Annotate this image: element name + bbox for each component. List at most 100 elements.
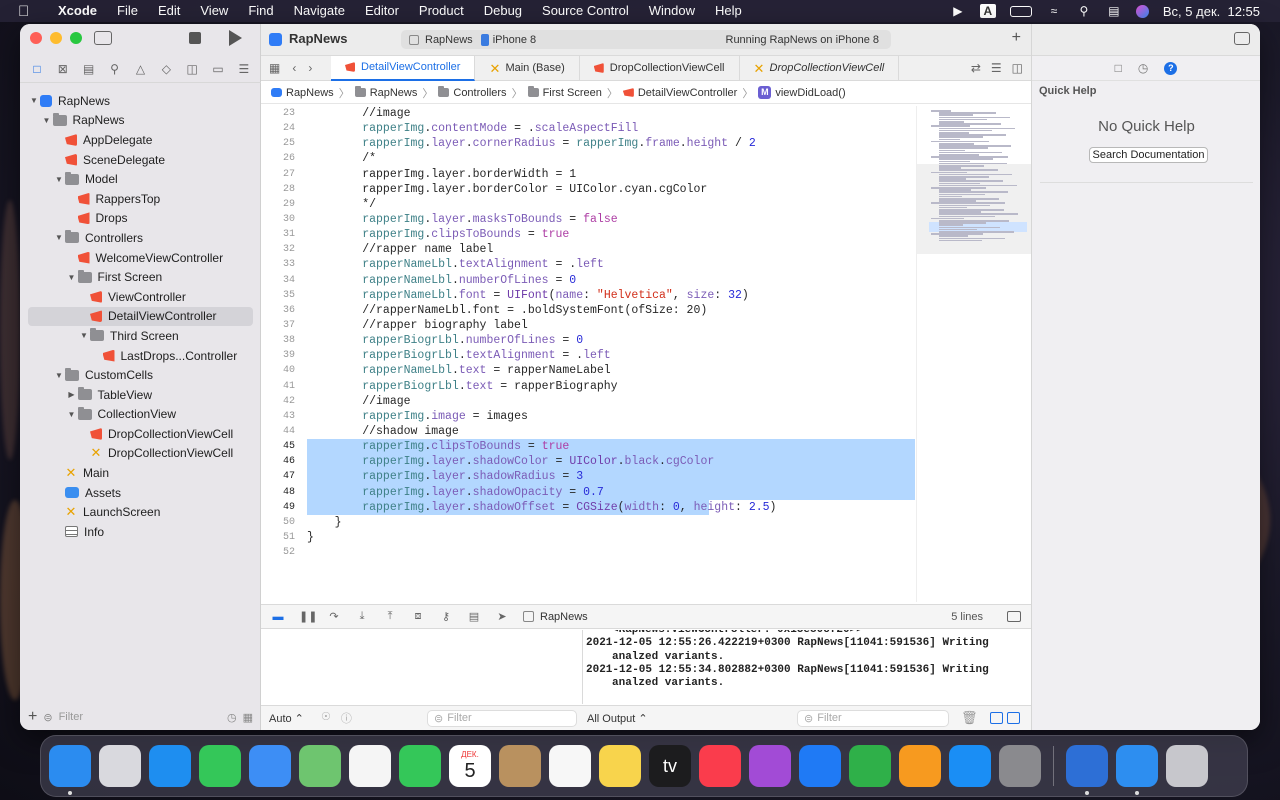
step-into-icon[interactable]: ⤓ xyxy=(355,610,369,623)
project-navigator-icon[interactable]: □ xyxy=(28,62,46,76)
code-line[interactable]: 32 //rapper name label xyxy=(261,242,915,257)
siri-icon[interactable] xyxy=(1135,4,1149,18)
tree-item[interactable]: ✕ LaunchScreen xyxy=(28,502,253,522)
chevron-down-icon[interactable]: ▼ xyxy=(78,331,90,340)
trash-icon[interactable] xyxy=(1166,745,1208,787)
code-line[interactable]: 25 rapperImg.layer.cornerRadius = rapper… xyxy=(261,136,915,151)
variables-filter-input[interactable]: ⊜ Filter xyxy=(427,709,577,727)
console-output[interactable]: <RapNews.ViewController: 0x15e80cf20>> 20… xyxy=(584,630,1031,704)
quick-help-icon[interactable]: ? xyxy=(1164,61,1178,75)
chevron-down-icon[interactable]: ▼ xyxy=(53,371,65,380)
search-documentation-button[interactable]: Search Documentation xyxy=(1089,147,1208,163)
mail-icon[interactable] xyxy=(249,745,291,787)
tab-main-storyboard[interactable]: ✕ Main (Base) xyxy=(475,55,580,81)
code-line[interactable]: 28 rapperImg.layer.borderColor = UIColor… xyxy=(261,182,915,197)
tree-item[interactable]: ✕ Main xyxy=(28,463,253,483)
editor-options-icon[interactable]: ☰ xyxy=(991,61,1002,75)
code-line[interactable]: 37 //rapper biography label xyxy=(261,318,915,333)
play-circle-icon[interactable]: ▶ xyxy=(950,4,966,18)
chevron-down-icon[interactable]: ▼ xyxy=(53,175,65,184)
photos-icon[interactable] xyxy=(349,745,391,787)
menu-debug[interactable]: Debug xyxy=(474,0,532,22)
variables-scope-select[interactable]: Auto ⌃ xyxy=(261,712,321,725)
app-store-icon[interactable] xyxy=(949,745,991,787)
console-filter-input[interactable]: ⊜ Filter xyxy=(797,709,949,727)
history-inspector-icon[interactable]: ◷ xyxy=(1138,61,1148,75)
code-line[interactable]: 45 rapperImg.clipsToBounds = true xyxy=(261,439,915,455)
menu-help[interactable]: Help xyxy=(705,0,752,22)
crumb-group-rapnews[interactable]: RapNews xyxy=(354,86,417,99)
close-window-button[interactable] xyxy=(30,32,42,44)
step-over-icon[interactable]: ↷ xyxy=(327,610,341,623)
system-preferences-icon[interactable] xyxy=(999,745,1041,787)
chevron-down-icon[interactable]: ▼ xyxy=(41,116,53,125)
debug-target[interactable]: RapNews xyxy=(523,611,588,623)
battery-icon[interactable] xyxy=(1009,5,1032,17)
chevron-down-icon[interactable]: ▼ xyxy=(66,410,78,419)
xcode-icon[interactable] xyxy=(1066,745,1108,795)
messages-icon[interactable] xyxy=(199,745,241,787)
tree-item[interactable]: ▶ TableView xyxy=(28,385,253,405)
file-inspector-icon[interactable]: □ xyxy=(1115,61,1122,75)
xcode-beta-icon[interactable] xyxy=(1116,745,1158,795)
chevron-down-icon[interactable]: ▼ xyxy=(66,273,78,282)
tree-item[interactable]: ▼ Model xyxy=(28,169,253,189)
source-control-navigator-icon[interactable]: ⊠ xyxy=(54,62,72,76)
memory-graph-icon[interactable]: ⚷ xyxy=(439,610,453,623)
crumb-first-screen[interactable]: First Screen xyxy=(527,86,602,99)
issue-navigator-icon[interactable]: △ xyxy=(131,62,149,76)
tree-item[interactable]: Assets xyxy=(28,483,253,503)
step-out-icon[interactable]: ⤒ xyxy=(383,610,397,623)
code-line[interactable]: 50 } xyxy=(261,515,915,530)
code-line[interactable]: 47 rapperImg.layer.shadowRadius = 3 xyxy=(261,469,915,485)
toggle-console-icon[interactable] xyxy=(1007,611,1021,622)
menu-find[interactable]: Find xyxy=(238,0,283,22)
code-line[interactable]: 27 rapperImg.layer.borderWidth = 1 xyxy=(261,167,915,182)
numbers-icon[interactable] xyxy=(849,745,891,787)
tree-item[interactable]: Info xyxy=(28,522,253,542)
music-icon[interactable] xyxy=(699,745,741,787)
menu-file[interactable]: File xyxy=(107,0,148,22)
tree-item[interactable]: ▼ RapNews xyxy=(28,111,253,131)
notes-icon[interactable] xyxy=(599,745,641,787)
add-editor-icon[interactable]: ◫ xyxy=(1012,61,1023,75)
tree-item[interactable]: LastDrops...Controller xyxy=(28,346,253,366)
tab-drop-collection-view-cell-xib[interactable]: ✕ DropCollectionViewCell xyxy=(740,55,900,81)
chevron-down-icon[interactable]: ▼ xyxy=(28,96,40,105)
toggle-navigator-icon[interactable] xyxy=(94,31,112,45)
menu-clock[interactable]: Вс, 5 дек. 12:55 xyxy=(1163,4,1260,19)
tree-item[interactable]: ▼ CustomCells xyxy=(28,365,253,385)
menu-app-name[interactable]: Xcode xyxy=(48,0,107,22)
podcasts-icon[interactable] xyxy=(749,745,791,787)
find-navigator-icon[interactable]: ⚲ xyxy=(106,62,124,76)
related-items-icon[interactable]: ▦ xyxy=(269,61,280,75)
code-line[interactable]: 36 //rapperNameLbl.font = .boldSystemFon… xyxy=(261,303,915,318)
tree-item[interactable]: RappersTop xyxy=(28,189,253,209)
code-line[interactable]: 24 rapperImg.contentMode = .scaleAspectF… xyxy=(261,121,915,136)
show-console-icon[interactable] xyxy=(1006,712,1020,724)
debug-navigator-icon[interactable]: ◫ xyxy=(183,62,201,76)
code-line[interactable]: 33 rapperNameLbl.textAlignment = .left xyxy=(261,257,915,272)
code-line[interactable]: 35 rapperNameLbl.font = UIFont(name: "He… xyxy=(261,288,915,303)
search-icon[interactable]: ⚲ xyxy=(1076,4,1092,18)
tree-item[interactable]: ▼ CollectionView xyxy=(28,405,253,425)
show-variables-icon[interactable] xyxy=(989,712,1003,724)
code-line[interactable]: 52 xyxy=(261,545,915,560)
navigator-filter-input[interactable]: ⊜ Filter xyxy=(43,709,221,726)
variables-view[interactable] xyxy=(261,630,583,704)
code-line[interactable]: 29 */ xyxy=(261,197,915,212)
apple-menu-icon[interactable]:  xyxy=(18,3,34,20)
tree-item[interactable]: ▼ First Screen xyxy=(28,267,253,287)
info-icon[interactable]: ⓘ xyxy=(341,710,352,726)
symbol-navigator-icon[interactable]: ▤ xyxy=(80,62,98,76)
crumb-project[interactable]: RapNews xyxy=(271,87,334,99)
code-line[interactable]: 51} xyxy=(261,530,915,545)
wifi-icon[interactable]: ≈ xyxy=(1046,4,1062,18)
minimize-window-button[interactable] xyxy=(50,32,62,44)
tree-item[interactable]: ▼ Third Screen xyxy=(28,326,253,346)
chevron-down-icon[interactable]: ▼ xyxy=(53,233,65,242)
menu-view[interactable]: View xyxy=(190,0,238,22)
chevron-right-icon[interactable]: ▶ xyxy=(66,390,78,399)
recent-files-icon[interactable]: ◷ xyxy=(227,711,237,724)
tree-item[interactable]: SceneDelegate xyxy=(28,150,253,170)
